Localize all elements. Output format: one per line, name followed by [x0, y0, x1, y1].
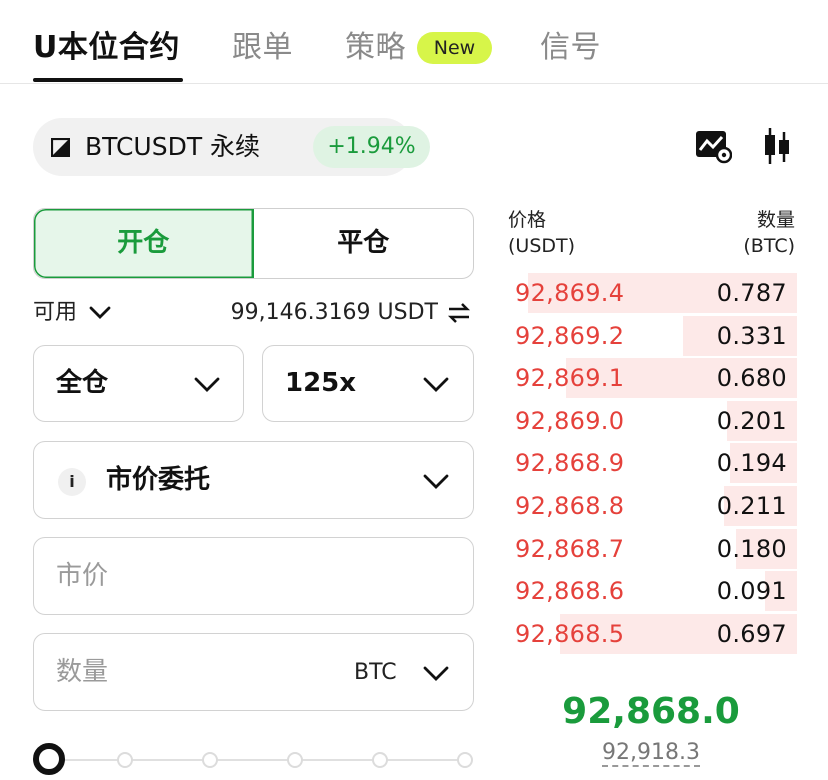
ask-quantity: 0.211 — [716, 492, 787, 520]
ask-quantity: 0.194 — [716, 449, 787, 478]
ask-quantity: 0.697 — [716, 619, 787, 648]
ask-row[interactable]: 92,868.8 0.211 — [505, 486, 797, 526]
price-input[interactable]: 市价 — [33, 537, 474, 615]
ask-price: 92,868.6 — [515, 577, 625, 606]
quantity-placeholder: 数量 — [56, 657, 109, 687]
slider-mark-90[interactable] — [372, 752, 388, 768]
symbol-selector[interactable]: BTCUSDT 永续 +1.94% — [33, 118, 430, 176]
ask-price: 92,869.2 — [515, 321, 625, 350]
ask-quantity: 0.201 — [716, 406, 787, 435]
ask-row[interactable]: 92,868.7 0.180 — [505, 528, 797, 569]
order-type-value: 市价委托 — [106, 465, 211, 495]
qty-header: 数量 — [756, 209, 795, 231]
ask-row[interactable]: 92,869.2 0.331 — [505, 315, 797, 356]
mark-price-value: 92,918.3 — [602, 740, 700, 767]
top-tabs: U本位合约 跟单 策略 New 信号 — [0, 0, 828, 84]
chevron-down-icon[interactable] — [88, 303, 112, 323]
symbol-name: BTCUSDT 永续 — [85, 132, 261, 161]
price-change-badge: +1.94% — [313, 126, 430, 168]
open-close-toggle: 开仓 平仓 — [33, 208, 474, 279]
ask-price: 92,869.0 — [515, 406, 625, 435]
slider-mark-25[interactable] — [117, 752, 133, 768]
quantity-input[interactable]: 数量 BTC — [33, 633, 474, 711]
chevron-down-icon — [423, 377, 449, 392]
tab-strategy[interactable]: 策略 — [345, 28, 406, 68]
ask-row[interactable]: 92,868.9 0.194 — [505, 443, 797, 484]
chevron-down-icon — [423, 474, 449, 489]
price-placeholder: 市价 — [56, 561, 109, 591]
qty-unit: (BTC) — [743, 235, 795, 257]
ask-price: 92,869.1 — [515, 364, 625, 393]
price-header: 价格 — [508, 209, 547, 231]
price-unit: (USDT) — [508, 235, 576, 257]
ask-price: 92,868.9 — [515, 449, 625, 478]
chevron-down-icon — [194, 377, 220, 392]
available-label[interactable]: 可用 — [33, 298, 77, 328]
ask-row[interactable]: 92,868.6 0.091 — [505, 571, 797, 612]
ask-price: 92,868.8 — [515, 492, 625, 520]
ask-price: 92,868.7 — [515, 534, 625, 563]
tab-signals[interactable]: 信号 — [540, 28, 601, 68]
margin-mode-value: 全仓 — [56, 368, 109, 398]
tab-copy-trading[interactable]: 跟单 — [232, 28, 293, 68]
margin-mode-select[interactable]: 全仓 — [33, 345, 244, 422]
slider-mark-50[interactable] — [202, 752, 218, 768]
ask-row[interactable]: 92,868.5 0.697 — [505, 613, 797, 654]
symbol-menu-icon — [51, 138, 70, 157]
ask-quantity: 0.091 — [716, 577, 787, 606]
new-badge: New — [417, 32, 492, 64]
leverage-value: 125x — [285, 368, 357, 398]
ask-row[interactable]: 92,869.0 0.201 — [505, 400, 797, 441]
chevron-down-icon — [423, 666, 449, 681]
ask-price: 92,869.4 — [515, 279, 625, 307]
close-position-tab[interactable]: 平仓 — [254, 209, 474, 278]
ask-quantity: 0.180 — [716, 534, 787, 563]
active-tab-underline — [33, 78, 183, 82]
slider-mark-100[interactable] — [457, 752, 473, 768]
info-icon[interactable]: i — [58, 468, 86, 496]
slider-knob[interactable] — [33, 743, 65, 775]
available-balance: 99,146.3169 USDT — [230, 300, 438, 325]
slider-track[interactable] — [50, 759, 468, 761]
candlestick-icon[interactable] — [762, 126, 792, 166]
ask-quantity: 0.331 — [716, 321, 787, 350]
order-type-select[interactable]: i 市价委托 — [33, 441, 474, 519]
slider-mark-75[interactable] — [287, 752, 303, 768]
ask-quantity: 0.787 — [716, 279, 787, 307]
chart-settings-icon[interactable] — [694, 128, 732, 164]
ask-row[interactable]: 92,869.1 0.680 — [505, 358, 797, 399]
open-position-tab[interactable]: 开仓 — [34, 209, 254, 278]
ask-price: 92,868.5 — [515, 619, 625, 648]
ask-row[interactable]: 92,869.4 0.787 — [505, 273, 797, 313]
last-price[interactable]: 92,868.0 — [505, 690, 797, 734]
mark-price[interactable]: 92,918.3 — [505, 738, 797, 768]
tab-u-margined-futures[interactable]: U本位合约 — [33, 28, 180, 68]
transfer-icon[interactable] — [447, 302, 471, 324]
ask-quantity: 0.680 — [716, 364, 787, 393]
leverage-select[interactable]: 125x — [262, 345, 474, 422]
quantity-unit-select[interactable]: BTC — [354, 656, 397, 690]
